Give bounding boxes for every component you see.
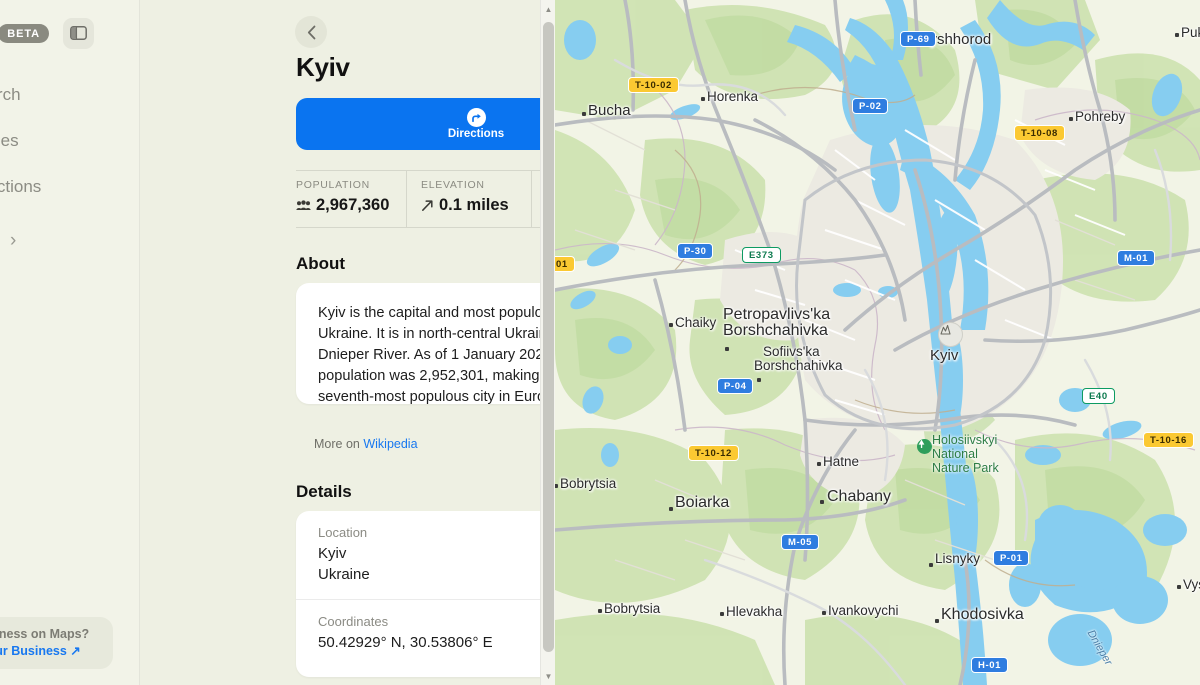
- map-label-park-line3[interactable]: Nature Park: [932, 461, 999, 475]
- directions-button[interactable]: Directions: [296, 98, 555, 150]
- road-shield-t1012[interactable]: T-10-12: [688, 445, 739, 461]
- kyiv-city-marker-icon[interactable]: [938, 322, 963, 347]
- page-title: Kyiv: [296, 52, 350, 82]
- place-stats: POPULATION 2,967,360 ELEVATION 0.1 miles: [296, 170, 555, 228]
- map-label-park-line1[interactable]: Holosiivskyi: [932, 433, 997, 447]
- place-dot: [757, 378, 761, 382]
- scroll-down-arrow-icon[interactable]: ▼: [541, 669, 555, 683]
- beta-badge: BETA: [0, 23, 49, 43]
- place-dot: [555, 484, 558, 488]
- stat-label: ELEVATION: [421, 179, 485, 191]
- stat-value: 0.1 miles: [439, 196, 509, 214]
- road-shield-m01[interactable]: M-01: [1117, 250, 1156, 266]
- about-card: Kyiv is the capital and most populous ci…: [296, 283, 555, 404]
- sidebar-toggle-icon[interactable]: [62, 17, 94, 49]
- details-card: Location Kyiv Ukraine Coordinates 50.429…: [296, 511, 555, 677]
- back-button[interactable]: [295, 16, 327, 48]
- park-tree-icon: [917, 439, 932, 454]
- road-shield-h01[interactable]: H-01: [971, 657, 1008, 673]
- sidebar-item-label: earch: [0, 85, 21, 104]
- chevron-right-icon: ›: [10, 229, 17, 251]
- road-shield-p01[interactable]: P-01: [993, 550, 1030, 566]
- maps-app: ps BETA earch uides irections ›: [0, 0, 1200, 685]
- sidebar-item-directions[interactable]: irections: [0, 164, 140, 210]
- detail-label: Location: [318, 525, 368, 540]
- map-canvas[interactable]: Vyshhorod Pukhivka Horenka Pohreby Bucha…: [555, 0, 1200, 685]
- place-dot: [820, 500, 824, 504]
- stat-value-row: 0.1 miles: [421, 196, 531, 215]
- map-label-park-line2[interactable]: National: [932, 447, 978, 461]
- about-source-line: More on Wikipedia: [314, 437, 418, 451]
- nav-header: ps BETA: [0, 16, 140, 50]
- about-text: Kyiv is the capital and most populous ci…: [318, 305, 555, 404]
- sidebar-item-label: irections: [0, 177, 42, 196]
- about-section-title: About: [296, 254, 346, 273]
- sidebar-item-label: uides: [0, 131, 19, 150]
- place-dot: [701, 97, 705, 101]
- road-shield-p69[interactable]: P-69: [900, 31, 937, 47]
- chevron-left-icon: [307, 25, 315, 39]
- place-dot: [720, 612, 724, 616]
- detail-row-location: Location Kyiv Ukraine: [296, 511, 555, 599]
- turn-right-icon: [466, 108, 486, 127]
- promo-line-1: Business on Maps?: [0, 627, 90, 641]
- place-dot: [725, 347, 729, 351]
- promo-line-2: Your Business ↗: [0, 644, 81, 658]
- left-navigation-sidebar: ps BETA earch uides irections ›: [0, 0, 140, 685]
- nav-item-list: earch uides irections: [0, 72, 140, 210]
- place-dot: [582, 112, 586, 116]
- wikipedia-link[interactable]: Wikipedia: [363, 437, 417, 451]
- detail-value-line2: Ukraine: [318, 566, 370, 583]
- place-dot: [1177, 585, 1181, 589]
- road-shield-p04[interactable]: P-04: [717, 378, 754, 394]
- place-dot: [669, 507, 673, 511]
- place-dot: [822, 611, 826, 615]
- directions-button-label: Directions: [447, 128, 505, 140]
- road-shield-t1016[interactable]: T-10-16: [1143, 432, 1194, 448]
- detail-value: 50.42929° N, 30.53806° E: [318, 634, 493, 651]
- detail-row-coordinates: Coordinates 50.42929° N, 30.53806° E: [296, 599, 555, 667]
- road-shield-p30[interactable]: P-30: [677, 243, 714, 259]
- stat-population: POPULATION 2,967,360: [296, 171, 406, 227]
- panel-scrollbar[interactable]: ▲ ▼: [540, 0, 555, 685]
- place-dot: [817, 462, 821, 466]
- place-dot: [598, 609, 602, 613]
- road-shield-p02[interactable]: P-02: [852, 98, 889, 114]
- people-icon: [296, 200, 311, 210]
- road-shield-e40[interactable]: E40: [1082, 388, 1115, 404]
- road-shield-01-clipped[interactable]: 01: [555, 256, 575, 272]
- breadcrumb: ›: [0, 222, 140, 258]
- detail-value-line1: Kyiv: [318, 545, 347, 562]
- stat-value: 2,967,360: [316, 196, 390, 214]
- stat-value-row: 2,967,360: [296, 196, 406, 215]
- place-dot: [1069, 117, 1073, 121]
- arrow-up-right-icon: [422, 200, 433, 211]
- stat-elevation: ELEVATION 0.1 miles: [406, 171, 531, 227]
- place-dot: [929, 563, 933, 567]
- sidebar-item-search[interactable]: earch: [0, 72, 140, 118]
- sidebar-item-kyiv[interactable]: yiv: [0, 262, 140, 282]
- place-dot: [935, 619, 939, 623]
- place-dot: [669, 323, 673, 327]
- details-section-title: Details: [296, 482, 352, 501]
- about-source-prefix: More on: [314, 437, 364, 451]
- sidebar-item-guides[interactable]: uides: [0, 118, 140, 164]
- place-dot: [1175, 33, 1179, 37]
- stat-label: POPULATION: [296, 179, 370, 191]
- scrollbar-thumb[interactable]: [543, 22, 554, 652]
- road-shield-t1008[interactable]: T-10-08: [1014, 125, 1065, 141]
- road-shield-e373[interactable]: E373: [742, 247, 781, 263]
- detail-label: Coordinates: [318, 614, 389, 629]
- place-detail-panel: Kyiv Directions POPULATION 2,967,360 ELE…: [140, 0, 555, 685]
- claim-business-promo[interactable]: Business on Maps? Your Business ↗: [0, 617, 113, 669]
- road-shield-m05[interactable]: M-05: [781, 534, 820, 550]
- scroll-up-arrow-icon[interactable]: ▲: [541, 2, 555, 16]
- road-shield-t1002[interactable]: T-10-02: [628, 77, 679, 93]
